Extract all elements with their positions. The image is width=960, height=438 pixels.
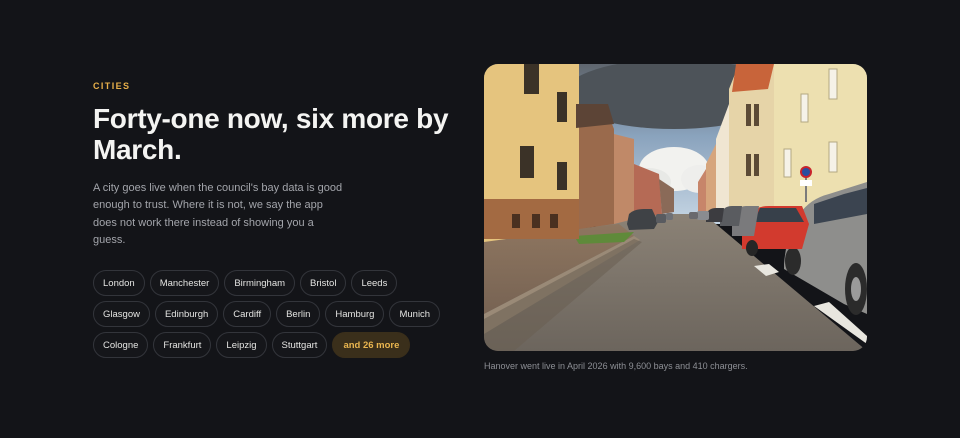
city-chip-leipzig[interactable]: Leipzig bbox=[216, 332, 267, 358]
section-eyebrow: CITIES bbox=[93, 81, 131, 91]
city-chip-leeds[interactable]: Leeds bbox=[351, 270, 398, 296]
more-cities-button[interactable]: and 26 more bbox=[332, 332, 411, 358]
city-chip-manchester[interactable]: Manchester bbox=[149, 270, 220, 296]
city-chip-frankfurt[interactable]: Frankfurt bbox=[153, 332, 212, 358]
city-chip-berlin[interactable]: Berlin bbox=[276, 301, 321, 327]
city-chip-glasgow[interactable]: Glasgow bbox=[93, 301, 150, 327]
city-chip-london[interactable]: London bbox=[93, 270, 145, 296]
city-chip-cardiff[interactable]: Cardiff bbox=[223, 301, 272, 327]
photo-caption: Hanover went live in April 2026 with 9,6… bbox=[484, 361, 748, 371]
city-chip-hamburg[interactable]: Hamburg bbox=[325, 301, 385, 327]
city-chip-munich[interactable]: Munich bbox=[389, 301, 441, 327]
city-chip-stuttgart[interactable]: Stuttgart bbox=[271, 332, 328, 358]
city-chip-cologne[interactable]: Cologne bbox=[93, 332, 149, 358]
city-chip-edinburgh[interactable]: Edinburgh bbox=[154, 301, 219, 327]
city-chip-birmingham[interactable]: Birmingham bbox=[224, 270, 296, 296]
city-chip-list: London Manchester Birmingham Bristol Lee… bbox=[93, 270, 453, 363]
city-chip-row: Cologne Frankfurt Leipzig Stuttgart and … bbox=[93, 332, 453, 358]
city-chip-bristol[interactable]: Bristol bbox=[300, 270, 347, 296]
city-chip-row: London Manchester Birmingham Bristol Lee… bbox=[93, 270, 453, 296]
city-street-photo bbox=[484, 64, 867, 351]
city-chip-row: Glasgow Edinburgh Cardiff Berlin Hamburg… bbox=[93, 301, 453, 327]
section-body: A city goes live when the council's bay … bbox=[93, 182, 343, 247]
section-headline: Forty-one now, six more by March. bbox=[93, 103, 449, 165]
